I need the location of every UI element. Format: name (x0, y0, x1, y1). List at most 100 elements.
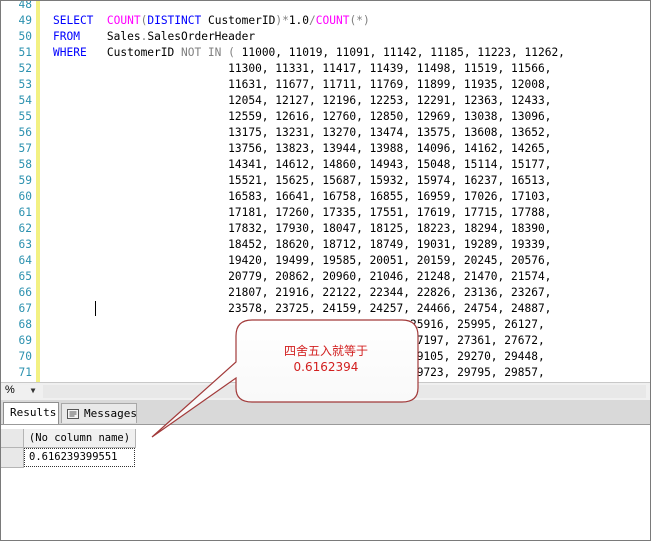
code-token: SELECT (53, 14, 94, 27)
line-number: 70 (18, 350, 32, 363)
code-text: 23578, 23725, 24159, 24257, 24466, 24754… (53, 301, 551, 317)
code-text: 11300, 11331, 11417, 11439, 11498, 11519… (53, 61, 551, 77)
line-number: 56 (18, 126, 32, 139)
code-token: COUNT (106, 14, 141, 27)
code-text: 13175, 13231, 13270, 13474, 13575, 13608… (53, 125, 551, 141)
row-header[interactable] (1, 448, 24, 468)
code-text: 16583, 16641, 16758, 16855, 16959, 17026… (53, 189, 551, 205)
line-number: 69 (18, 334, 32, 347)
line-number: 57 (18, 142, 32, 155)
code-text: 12559, 12616, 12760, 12850, 12969, 13038… (53, 109, 551, 125)
code-token: 14341, 14612, 14860, 14943, 15048, 15114… (53, 158, 552, 171)
text-caret (95, 301, 96, 316)
code-token: 17832, 17930, 18047, 18125, 18223, 18294… (53, 222, 552, 235)
code-token: 11631, 11677, 11711, 11769, 11899, 11935… (53, 78, 552, 91)
code-text: 14341, 14612, 14860, 14943, 15048, 15114… (53, 157, 551, 173)
line-number: 58 (18, 158, 32, 171)
ssms-window: 48 49 SELECT COUNT(DISTINCT CustomerID)*1.… (0, 0, 651, 541)
code-token: 23578, 23725, 24159, 24257, 24466, 24754… (53, 302, 552, 315)
line-number: 54 (18, 94, 32, 107)
line-number: 66 (18, 286, 32, 299)
code-text: 20779, 20862, 20960, 21046, 21248, 21470… (53, 269, 551, 285)
code-text: 18452, 18620, 18712, 18749, 19031, 19289… (53, 237, 551, 253)
code-text: 21807, 21916, 22122, 22344, 22826, 23136… (53, 285, 551, 301)
code-text: 13756, 13823, 13944, 13988, 14096, 14162… (53, 141, 551, 157)
code-text: 17181, 17260, 17335, 17551, 17619, 17715… (53, 205, 551, 221)
code-token: SalesOrderHeader (147, 30, 256, 43)
code-token: 12559, 12616, 12760, 12850, 12969, 13038… (53, 110, 552, 123)
line-number: 59 (18, 174, 32, 187)
change-tracking-bar (36, 1, 40, 382)
code-token: 13756, 13823, 13944, 13988, 14096, 14162… (53, 142, 552, 155)
line-number: 62 (18, 222, 32, 235)
horizontal-scrollbar[interactable] (43, 385, 646, 398)
code-text: SELECT COUNT(DISTINCT CustomerID)*1.0/CO… (53, 13, 370, 29)
tab-results-label: Results (10, 406, 57, 419)
code-token: Sales (79, 30, 141, 43)
callout-text: 四舍五入就等于 0.6162394 (236, 343, 416, 375)
code-token: / (309, 14, 316, 27)
code-token: 20779, 20862, 20960, 21046, 21248, 21470… (53, 270, 552, 283)
grid-corner[interactable] (1, 429, 24, 448)
code-token: CustomerID (201, 14, 276, 27)
code-token: 18452, 18620, 18712, 18749, 19031, 19289… (53, 238, 552, 251)
editor-status-bar: % ▼ (1, 382, 650, 400)
code-token: CustomerID (86, 46, 181, 59)
code-text: 25719, 25916, 25995, 26127, (53, 317, 545, 333)
code-text: 11631, 11677, 11711, 11769, 11899, 11935… (53, 77, 551, 93)
line-number: 67 (18, 302, 32, 315)
code-text: FROM Sales.SalesOrderHeader (53, 29, 255, 45)
code-token: 17181, 17260, 17335, 17551, 17619, 17715… (53, 206, 552, 219)
line-number: 48 (18, 1, 32, 11)
code-text: 15521, 15625, 15687, 15932, 15974, 16237… (53, 173, 551, 189)
code-token: 12054, 12127, 12196, 12253, 12291, 12363… (53, 94, 552, 107)
code-token: FROM (53, 30, 80, 43)
code-token: 13175, 13231, 13270, 13474, 13575, 13608… (53, 126, 552, 139)
callout-line-2: 0.6162394 (293, 360, 359, 374)
zoom-dropdown-icon[interactable]: ▼ (27, 385, 39, 397)
code-text: 12054, 12127, 12196, 12253, 12291, 12363… (53, 93, 551, 109)
code-token: DISTINCT (147, 14, 202, 27)
line-number: 61 (18, 206, 32, 219)
code-token: 15521, 15625, 15687, 15932, 15974, 16237… (53, 174, 552, 187)
zoom-level[interactable]: % (5, 384, 15, 396)
code-token: 16583, 16641, 16758, 16855, 16959, 17026… (53, 190, 552, 203)
result-cell[interactable]: 0.616239399551 (24, 448, 135, 467)
code-token: )* (275, 14, 289, 27)
code-token: 19420, 19499, 19585, 20051, 20159, 20245… (53, 254, 552, 267)
line-number: 63 (18, 238, 32, 251)
code-token: WHERE (53, 46, 87, 59)
code-text: 19420, 19499, 19585, 20051, 20159, 20245… (53, 253, 551, 269)
line-number: 60 (18, 190, 32, 203)
line-number: 64 (18, 254, 32, 267)
results-grid: (No column name) 0.616239399551 (1, 425, 650, 540)
line-number: 71 (18, 366, 32, 379)
code-text: WHERE CustomerID NOT IN ( 11000, 11019, … (53, 45, 565, 61)
code-text: 17832, 17930, 18047, 18125, 18223, 18294… (53, 221, 551, 237)
line-number: 51 (18, 46, 32, 59)
code-token: (*) (349, 14, 370, 27)
code-token: 25719, 25916, 25995, 26127, (53, 318, 545, 331)
code-token: 11000, 11019, 11091, 11142, 11185, 11223… (234, 46, 565, 59)
code-token: 21807, 21916, 22122, 22344, 22826, 23136… (53, 286, 552, 299)
line-number: 50 (18, 30, 32, 43)
line-number: 52 (18, 62, 32, 75)
line-number: 68 (18, 318, 32, 331)
tab-messages[interactable]: Messages (61, 403, 137, 423)
query-editor[interactable]: 48 49 SELECT COUNT(DISTINCT CustomerID)*1.… (1, 1, 650, 382)
line-number: 55 (18, 110, 32, 123)
tab-results[interactable]: Results (3, 402, 59, 424)
code-token: 1.0 (288, 14, 310, 27)
code-token: COUNT (315, 14, 350, 27)
tab-messages-label: Messages (84, 407, 137, 420)
line-number: 65 (18, 270, 32, 283)
column-header[interactable]: (No column name) (24, 429, 136, 448)
results-tab-strip: Results Messages (1, 400, 650, 425)
callout-line-1: 四舍五入就等于 (283, 344, 368, 358)
messages-icon (67, 409, 79, 419)
code-token: 11300, 11331, 11417, 11439, 11498, 11519… (53, 62, 552, 75)
line-number: 49 (18, 14, 32, 27)
code-token: NOT IN ( (180, 46, 235, 59)
line-number: 53 (18, 78, 32, 91)
